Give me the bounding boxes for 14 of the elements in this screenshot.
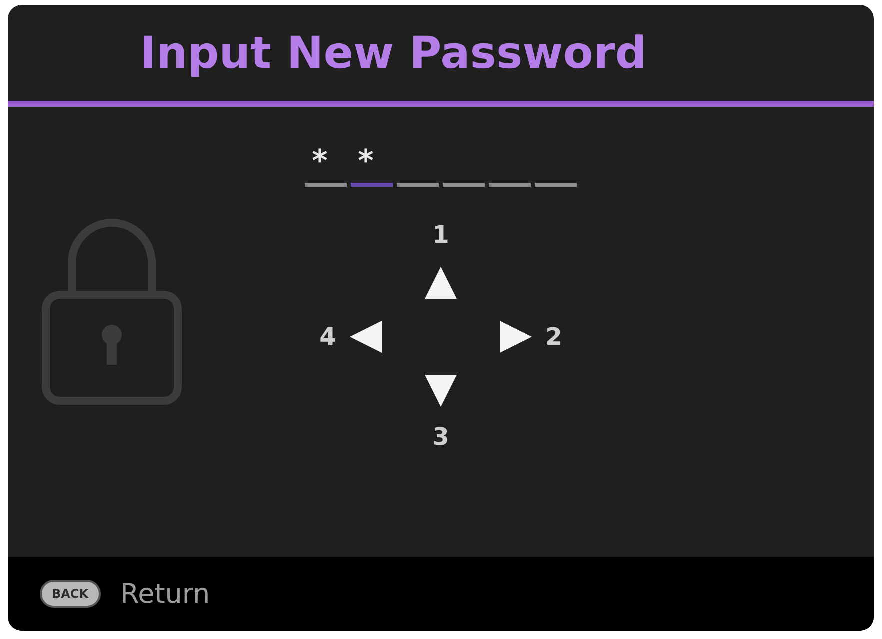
up-arrow-icon [423, 265, 459, 301]
key-number: 1 [432, 221, 450, 249]
key-number: 4 [320, 323, 336, 351]
password-character: * [311, 147, 329, 177]
window-title: Input New Password [140, 28, 647, 78]
key-number: 2 [546, 323, 562, 351]
padlock-icon [42, 217, 182, 405]
key-number: 3 [432, 423, 450, 451]
right-arrow-icon [498, 319, 534, 355]
back-button[interactable]: BACK [40, 580, 101, 608]
left-arrow-icon [348, 319, 384, 355]
return-label: Return [120, 578, 210, 610]
down-arrow-icon [423, 373, 459, 409]
password-character: * [357, 147, 375, 177]
